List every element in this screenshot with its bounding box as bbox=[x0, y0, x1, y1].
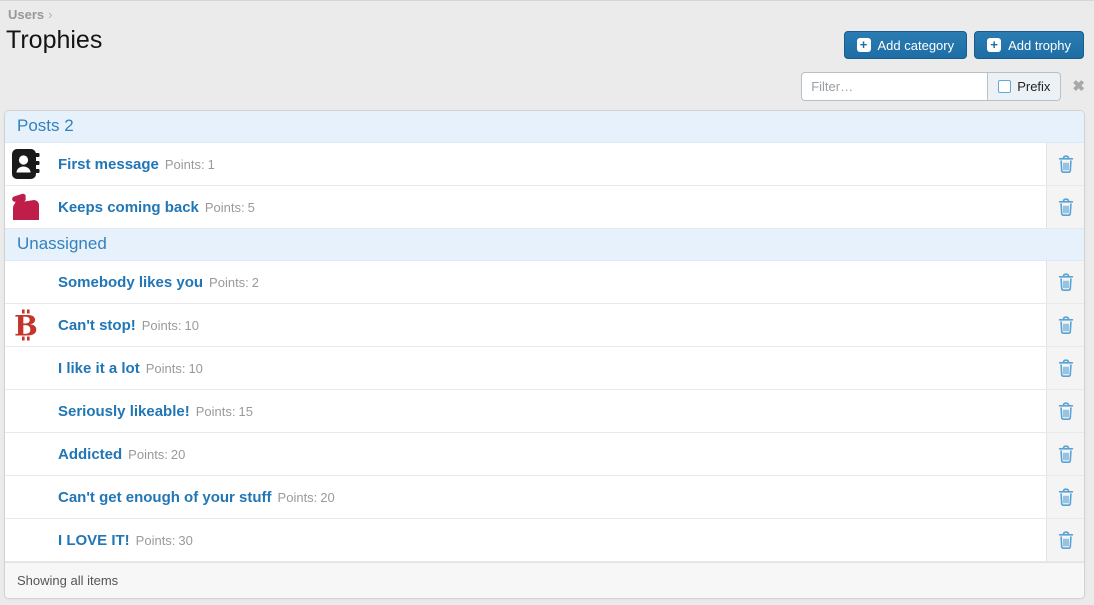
delete-trophy-button[interactable] bbox=[1046, 143, 1084, 185]
trophy-row: Somebody likes you Points:2 bbox=[5, 261, 1084, 304]
trash-icon bbox=[1056, 272, 1076, 292]
trash-icon bbox=[1056, 401, 1076, 421]
category-header: Unassigned bbox=[5, 229, 1084, 261]
delete-trophy-button[interactable] bbox=[1046, 519, 1084, 561]
trophy-points: Points:1 bbox=[165, 157, 215, 172]
add-trophy-button[interactable]: + Add trophy bbox=[974, 31, 1084, 59]
prefix-addon: Prefix bbox=[987, 72, 1061, 101]
trophy-title-link[interactable]: Can't stop! bbox=[58, 317, 136, 334]
trophy-points: Points:10 bbox=[142, 318, 199, 333]
red-hand-icon bbox=[9, 190, 43, 224]
trophy-title-link[interactable]: Seriously likeable! bbox=[58, 403, 190, 420]
trophy-points: Points:10 bbox=[146, 361, 203, 376]
trophy-row: First message Points:1 bbox=[5, 143, 1084, 186]
prefix-checkbox[interactable] bbox=[998, 80, 1011, 93]
delete-trophy-button[interactable] bbox=[1046, 433, 1084, 475]
trash-icon bbox=[1056, 358, 1076, 378]
trophy-icon-cell bbox=[5, 261, 58, 303]
delete-trophy-button[interactable] bbox=[1046, 304, 1084, 346]
trophy-points: Points:15 bbox=[196, 404, 253, 419]
bitcoin-icon: B bbox=[9, 308, 43, 342]
trophy-icon-cell bbox=[5, 476, 58, 518]
address-book-icon bbox=[9, 147, 43, 181]
trophy-list: Posts 2 First message Points:1 bbox=[4, 110, 1085, 599]
trash-icon bbox=[1056, 197, 1076, 217]
trophy-icon-cell bbox=[5, 433, 58, 475]
breadcrumb-users-link[interactable]: Users bbox=[8, 7, 44, 22]
plus-square-icon: + bbox=[987, 38, 1001, 52]
svg-text:B: B bbox=[14, 310, 38, 343]
trophy-title-link[interactable]: Can't get enough of your stuff bbox=[58, 489, 272, 506]
category-header: Posts 2 bbox=[5, 111, 1084, 143]
trophy-title-link[interactable]: Keeps coming back bbox=[58, 199, 199, 216]
trophy-title-link[interactable]: I like it a lot bbox=[58, 360, 140, 377]
prefix-label: Prefix bbox=[1017, 79, 1050, 94]
delete-trophy-button[interactable] bbox=[1046, 186, 1084, 228]
trophy-row: I LOVE IT! Points:30 bbox=[5, 519, 1084, 562]
trophy-icon-cell: B bbox=[5, 304, 58, 346]
trophy-icon-cell bbox=[5, 390, 58, 432]
delete-trophy-button[interactable] bbox=[1046, 476, 1084, 518]
delete-trophy-button[interactable] bbox=[1046, 347, 1084, 389]
trophy-row: I like it a lot Points:10 bbox=[5, 347, 1084, 390]
delete-trophy-button[interactable] bbox=[1046, 261, 1084, 303]
trophy-points: Points:2 bbox=[209, 275, 259, 290]
trophy-row: Addicted Points:20 bbox=[5, 433, 1084, 476]
trophy-row: Seriously likeable! Points:15 bbox=[5, 390, 1084, 433]
trophy-title-link[interactable]: Somebody likes you bbox=[58, 274, 203, 291]
trophy-points: Points:5 bbox=[205, 200, 255, 215]
list-footer: Showing all items bbox=[5, 562, 1084, 598]
toolbar: + Add category + Add trophy bbox=[844, 31, 1084, 59]
add-category-button[interactable]: + Add category bbox=[844, 31, 968, 59]
trash-icon bbox=[1056, 154, 1076, 174]
breadcrumb: Users › bbox=[0, 1, 1094, 22]
trash-icon bbox=[1056, 315, 1076, 335]
add-category-label: Add category bbox=[878, 38, 955, 53]
trophy-title-link[interactable]: I LOVE IT! bbox=[58, 532, 130, 549]
trophy-icon-cell bbox=[5, 347, 58, 389]
trophy-title-link[interactable]: Addicted bbox=[58, 446, 122, 463]
trophy-icon-cell bbox=[5, 519, 58, 561]
plus-square-icon: + bbox=[857, 38, 871, 52]
filter-bar: Prefix ✖ bbox=[801, 72, 1085, 101]
delete-trophy-button[interactable] bbox=[1046, 390, 1084, 432]
trash-icon bbox=[1056, 444, 1076, 464]
filter-input[interactable] bbox=[801, 72, 987, 101]
trophy-row: Can't get enough of your stuff Points:20 bbox=[5, 476, 1084, 519]
trophy-title-link[interactable]: First message bbox=[58, 156, 159, 173]
breadcrumb-separator: › bbox=[48, 7, 52, 22]
trophy-icon-cell bbox=[5, 143, 58, 185]
trash-icon bbox=[1056, 530, 1076, 550]
trash-icon bbox=[1056, 487, 1076, 507]
trophy-row: B Can't stop! Points:10 bbox=[5, 304, 1084, 347]
add-trophy-label: Add trophy bbox=[1008, 38, 1071, 53]
trophy-points: Points:20 bbox=[128, 447, 185, 462]
clear-filter-icon[interactable]: ✖ bbox=[1072, 79, 1085, 94]
trophy-points: Points:20 bbox=[278, 490, 335, 505]
trophy-row: Keeps coming back Points:5 bbox=[5, 186, 1084, 229]
trophy-points: Points:30 bbox=[136, 533, 193, 548]
trophy-icon-cell bbox=[5, 186, 58, 228]
